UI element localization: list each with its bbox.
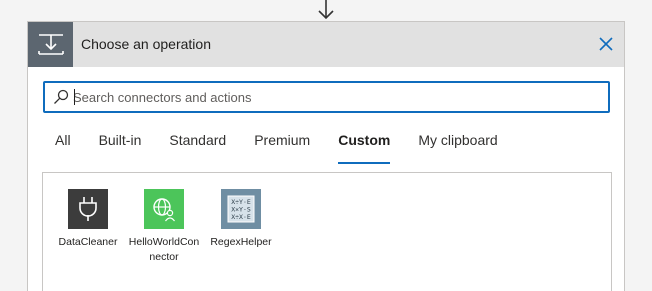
insert-step-icon: [37, 33, 64, 55]
globe-person-icon: [144, 189, 184, 229]
tab-all[interactable]: All: [55, 132, 71, 162]
close-button[interactable]: [594, 32, 618, 56]
connector-tile-helloworldconnector[interactable]: HelloWorldConnector: [128, 189, 200, 265]
connector-name: DataCleaner: [58, 236, 118, 248]
connector-results: DataCleaner HelloWorldConnector X÷Y·E X×…: [42, 172, 612, 291]
panel-header: Choose an operation: [28, 22, 624, 67]
svg-text:X÷X·E: X÷X·E: [231, 213, 251, 221]
panel-title: Choose an operation: [81, 36, 211, 52]
choose-operation-panel: Choose an operation All Built-in Standar…: [27, 21, 625, 291]
search-input[interactable]: [73, 87, 593, 107]
search-icon: [54, 89, 69, 104]
operation-icon: [28, 22, 73, 67]
tab-my-clipboard[interactable]: My clipboard: [418, 132, 497, 162]
connector-tabs: All Built-in Standard Premium Custom My …: [55, 132, 526, 164]
text-cursor: [74, 89, 75, 105]
connector-tile-regexhelper[interactable]: X÷Y·E X×Y·S X÷X·E RegexHelper: [205, 189, 277, 250]
plug-icon: [68, 189, 108, 229]
tab-standard[interactable]: Standard: [169, 132, 226, 162]
tab-premium[interactable]: Premium: [254, 132, 310, 162]
canvas: Choose an operation All Built-in Standar…: [0, 0, 652, 291]
regex-grid-icon: X÷Y·E X×Y·S X÷X·E: [221, 189, 261, 229]
close-icon: [599, 37, 613, 51]
connector-name: HelloWorldConnector: [128, 236, 200, 263]
connector-tile-datacleaner[interactable]: DataCleaner: [52, 189, 124, 250]
tab-custom[interactable]: Custom: [338, 132, 391, 164]
connector-name: RegexHelper: [210, 236, 272, 248]
search-box[interactable]: [43, 81, 610, 113]
tab-built-in[interactable]: Built-in: [99, 132, 142, 162]
flow-connector-arrow-icon: [318, 0, 334, 20]
